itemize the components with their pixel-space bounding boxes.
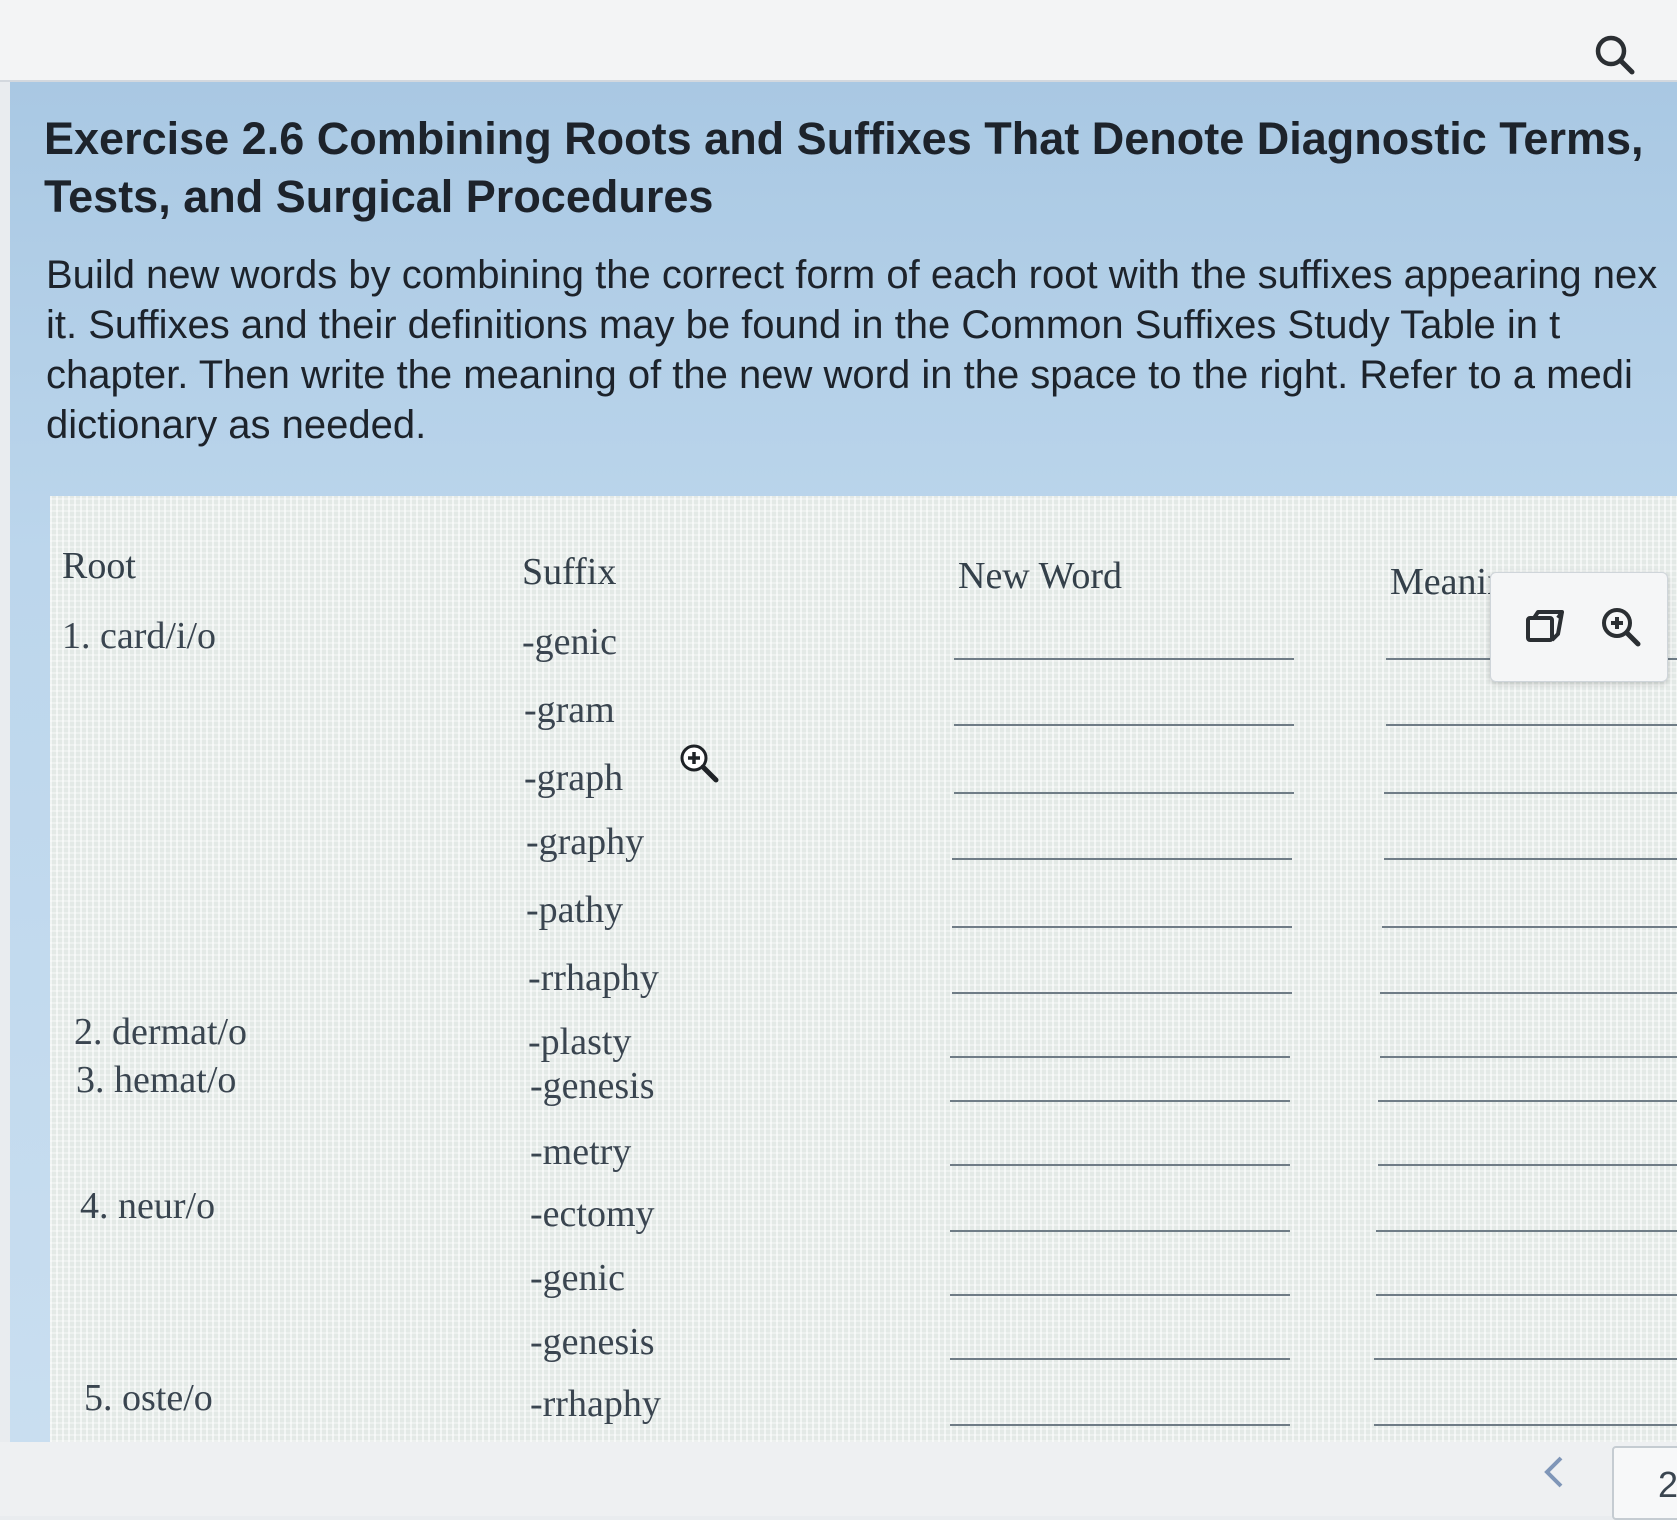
suffix-item: -metry [530,1131,632,1173]
suffix-item: -rrhaphy [528,957,659,999]
new-word-blank[interactable] [952,926,1292,928]
pagination-footer: 2 [0,1442,1677,1520]
new-word-blank[interactable] [950,1358,1290,1360]
suffix-item: -gram [524,689,615,731]
new-word-blank[interactable] [950,1056,1290,1058]
root-item: 1. card/i/o [62,615,217,657]
exercise-instructions: Build new words by combining the correct… [46,250,1677,450]
suffix-item: -genic [530,1257,625,1299]
new-word-blank[interactable] [952,858,1292,860]
new-word-blank[interactable] [950,1424,1290,1426]
exercise-title-line1: Exercise 2.6 Combining Roots and Suffixe… [44,113,1644,164]
exercise-table: Root Suffix New Word Meaning 1. card/i/o… [50,496,1677,1442]
image-toolbar [1490,572,1668,682]
meaning-blank[interactable] [1384,858,1677,860]
root-item: 5. oste/o [84,1377,213,1419]
meaning-blank[interactable] [1384,792,1677,794]
search-button[interactable] [1588,28,1642,82]
page-number: 2 [1658,1464,1677,1505]
column-header-root: Root [62,545,136,587]
suffix-item: -graph [524,757,624,799]
suffix-item: -ectomy [530,1193,655,1235]
suffix-item: -graphy [526,821,645,863]
meaning-blank[interactable] [1374,1358,1677,1360]
meaning-blank[interactable] [1380,1056,1677,1058]
meaning-blank[interactable] [1380,992,1677,994]
new-word-blank[interactable] [950,1164,1290,1166]
exercise-panel: Exercise 2.6 Combining Roots and Suffixe… [10,82,1677,1442]
root-item: 2. dermat/o [74,1011,248,1053]
zoom-cursor-icon [676,740,722,786]
suffix-item: -pathy [526,889,624,931]
new-word-blank[interactable] [950,1230,1290,1232]
meaning-blank[interactable] [1376,1294,1677,1296]
suffix-item: -genesis [530,1065,655,1107]
new-word-blank[interactable] [954,724,1294,726]
new-word-blank[interactable] [952,992,1292,994]
top-bar [0,0,1677,82]
suffix-item: -rrhaphy [530,1383,661,1425]
new-word-blank[interactable] [954,658,1294,660]
suffix-item: -genic [522,621,617,663]
column-header-new-word: New Word [958,555,1123,597]
root-item: 4. neur/o [80,1185,216,1227]
zoom-in-button[interactable] [1591,597,1651,657]
column-header-suffix: Suffix [522,551,617,593]
chevron-left-icon [1544,1456,1563,1488]
flashcard-icon [1526,610,1564,642]
exercise-title-line2: Tests, and Surgical Procedures [44,171,714,222]
instruction-line: Build new words by combining the correct… [46,253,1658,297]
new-word-blank[interactable] [950,1294,1290,1296]
meaning-blank[interactable] [1382,926,1677,928]
root-item: 3. hemat/o [76,1059,237,1101]
instruction-line: it. Suffixes and their definitions may b… [46,303,1561,347]
previous-page-button[interactable] [1526,1442,1582,1502]
meaning-blank[interactable] [1374,1424,1677,1426]
page-number-field[interactable]: 2 [1612,1446,1677,1520]
new-word-blank[interactable] [954,792,1294,794]
exercise-title: Exercise 2.6 Combining Roots and Suffixe… [44,110,1654,226]
instruction-line: chapter. Then write the meaning of the n… [46,353,1633,397]
meaning-blank[interactable] [1386,724,1677,726]
zoom-in-icon [1602,608,1641,647]
suffix-item: -plasty [528,1021,632,1063]
meaning-blank[interactable] [1376,1230,1677,1232]
meaning-blank[interactable] [1378,1100,1677,1102]
suffix-item: -genesis [530,1321,655,1363]
new-word-blank[interactable] [950,1100,1290,1102]
meaning-blank[interactable] [1378,1164,1677,1166]
search-icon [1595,35,1635,75]
instruction-line: dictionary as needed. [46,403,427,447]
flashcard-button[interactable] [1515,597,1575,657]
